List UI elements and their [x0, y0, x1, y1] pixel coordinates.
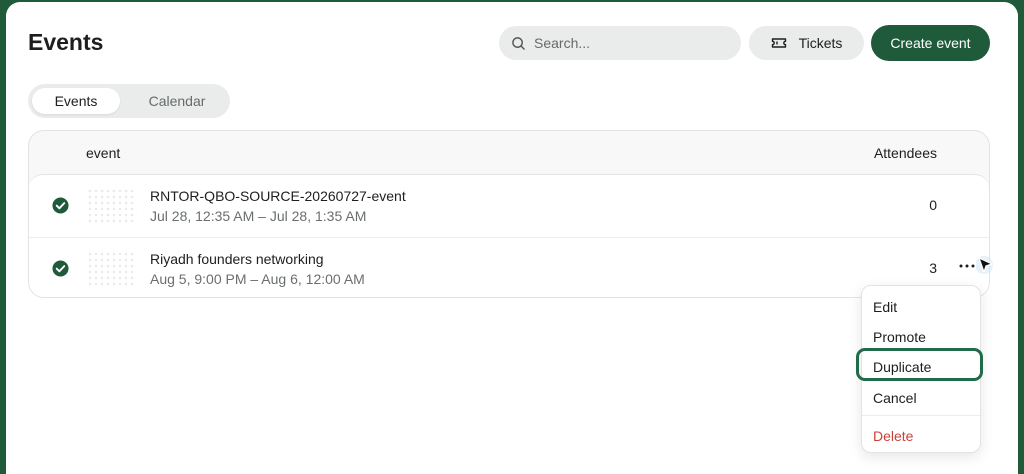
menu-item-delete[interactable]: Delete — [873, 428, 913, 444]
mouse-cursor-icon — [976, 256, 993, 274]
row-more-button[interactable] — [956, 257, 978, 275]
column-header-attendees: Attendees — [873, 145, 937, 161]
menu-item-edit[interactable]: Edit — [873, 299, 897, 315]
tab-calendar[interactable]: Calendar — [128, 88, 226, 114]
table-row[interactable]: Riyadh founders networking Aug 5, 9:00 P… — [29, 237, 989, 297]
events-table: event Attendees RNTOR-QBO-SOURCE-2026072… — [28, 130, 990, 298]
page-title: Events — [28, 29, 104, 55]
event-attendees: 3 — [929, 260, 937, 276]
event-attendees: 0 — [929, 197, 937, 213]
tickets-button[interactable]: Tickets — [749, 26, 864, 60]
table-header: event Attendees — [29, 131, 989, 175]
check-circle-icon — [52, 197, 69, 214]
event-date: Aug 5, 9:00 PM – Aug 6, 12:00 AM — [150, 271, 365, 287]
menu-item-cancel[interactable]: Cancel — [873, 390, 917, 406]
search-input[interactable] — [534, 35, 724, 51]
check-circle-icon — [52, 260, 69, 277]
column-header-event: event — [86, 145, 121, 161]
event-date: Jul 28, 12:35 AM – Jul 28, 1:35 AM — [150, 208, 367, 224]
event-name: Riyadh founders networking — [150, 251, 324, 267]
event-thumbnail — [87, 188, 137, 224]
menu-item-duplicate[interactable]: Duplicate — [873, 359, 931, 375]
view-switcher: Events Calendar — [28, 84, 230, 118]
search-icon — [512, 36, 525, 50]
table-row[interactable]: RNTOR-QBO-SOURCE-20260727-event Jul 28, … — [29, 175, 989, 237]
event-name: RNTOR-QBO-SOURCE-20260727-event — [150, 188, 406, 204]
menu-item-promote[interactable]: Promote — [873, 329, 926, 345]
table-body: RNTOR-QBO-SOURCE-20260727-event Jul 28, … — [29, 174, 989, 297]
ticket-icon — [771, 38, 786, 48]
event-thumbnail — [87, 251, 137, 287]
tab-events[interactable]: Events — [32, 88, 120, 114]
row-actions-menu: Edit Promote Duplicate Cancel Delete — [856, 285, 983, 453]
tickets-label: Tickets — [798, 35, 843, 51]
more-horizontal-icon — [959, 264, 975, 268]
create-event-button[interactable]: Create event — [871, 25, 990, 61]
menu-divider — [862, 415, 980, 416]
search-box[interactable] — [499, 26, 741, 60]
app-window: Events Tickets Create event Events Calen… — [6, 2, 1018, 474]
